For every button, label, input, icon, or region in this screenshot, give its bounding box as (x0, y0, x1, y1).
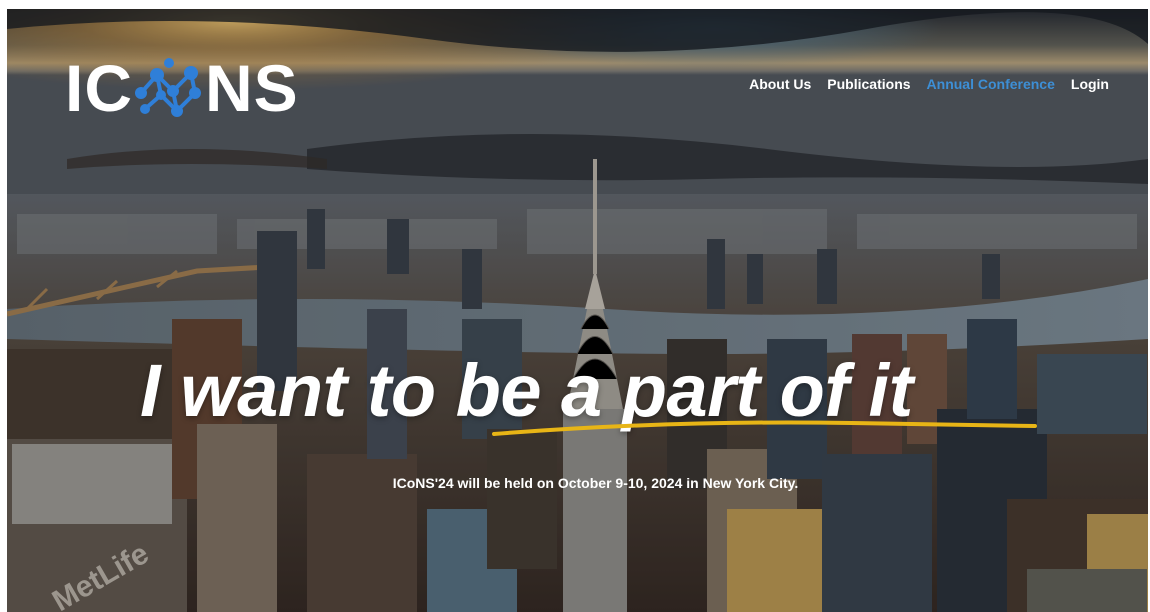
icons-logo[interactable]: IC NS (65, 53, 299, 123)
molecule-icon (135, 58, 201, 117)
hero-subline: ICoNS'24 will be held on October 9-10, 2… (392, 475, 799, 491)
main-nav: About Us Publications Annual Conference … (749, 76, 1109, 92)
hero-section: MetLife IC NS About Us Publications Annu… (7, 9, 1148, 612)
headline-underline-stroke (492, 420, 1037, 436)
nav-about-us[interactable]: About Us (749, 76, 811, 92)
nav-login[interactable]: Login (1071, 76, 1109, 92)
logo-text-left: IC (65, 51, 133, 125)
nav-annual-conference[interactable]: Annual Conference (927, 76, 1055, 92)
nav-publications[interactable]: Publications (827, 76, 910, 92)
logo-text-right: NS (205, 51, 299, 125)
